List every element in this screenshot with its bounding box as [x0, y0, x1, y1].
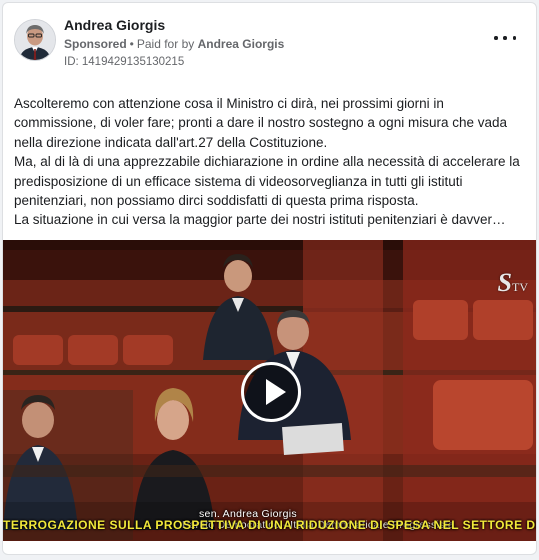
ad-card: Andrea Giorgis Sponsored • Paid for by And… [2, 2, 537, 555]
sponsored-label: Sponsored [64, 37, 127, 51]
avatar[interactable] [14, 19, 56, 61]
ticker-text: TERROGAZIONE SULLA PROSPETTIVA DI UNA RI… [3, 518, 537, 532]
paid-for-name: Andrea Giorgis [197, 37, 285, 51]
paid-for-prefix: Paid for by [136, 37, 195, 51]
ad-id: ID: 1419429135130215 [64, 56, 185, 68]
post-paragraph-truncated[interactable]: La situazione in cui versa la maggior pa… [14, 210, 529, 229]
post-header: Andrea Giorgis Sponsored • Paid for by And… [3, 3, 536, 83]
post-paragraph: Ma, al di là di una apprezzabile dichiar… [14, 154, 520, 209]
channel-logo-letter: S [497, 268, 512, 297]
author-name[interactable]: Andrea Giorgis [64, 17, 165, 33]
video-player[interactable]: STV sen. Andrea Giorgis Partito Democrat… [3, 240, 537, 541]
channel-logo-suffix: TV [512, 280, 528, 294]
more-horizontal-icon[interactable] [494, 31, 516, 45]
sponsored-line: Sponsored • Paid for by Andrea Giorgis [64, 37, 285, 51]
post-paragraph: Ascolteremo con attenzione cosa il Minis… [14, 96, 508, 150]
play-icon[interactable] [241, 362, 301, 422]
post-text: Ascolteremo con attenzione cosa il Minis… [14, 94, 529, 230]
channel-logo: STV [498, 268, 528, 298]
news-ticker: TERROGAZIONE SULLA PROSPETTIVA DI UNA RI… [3, 518, 537, 536]
